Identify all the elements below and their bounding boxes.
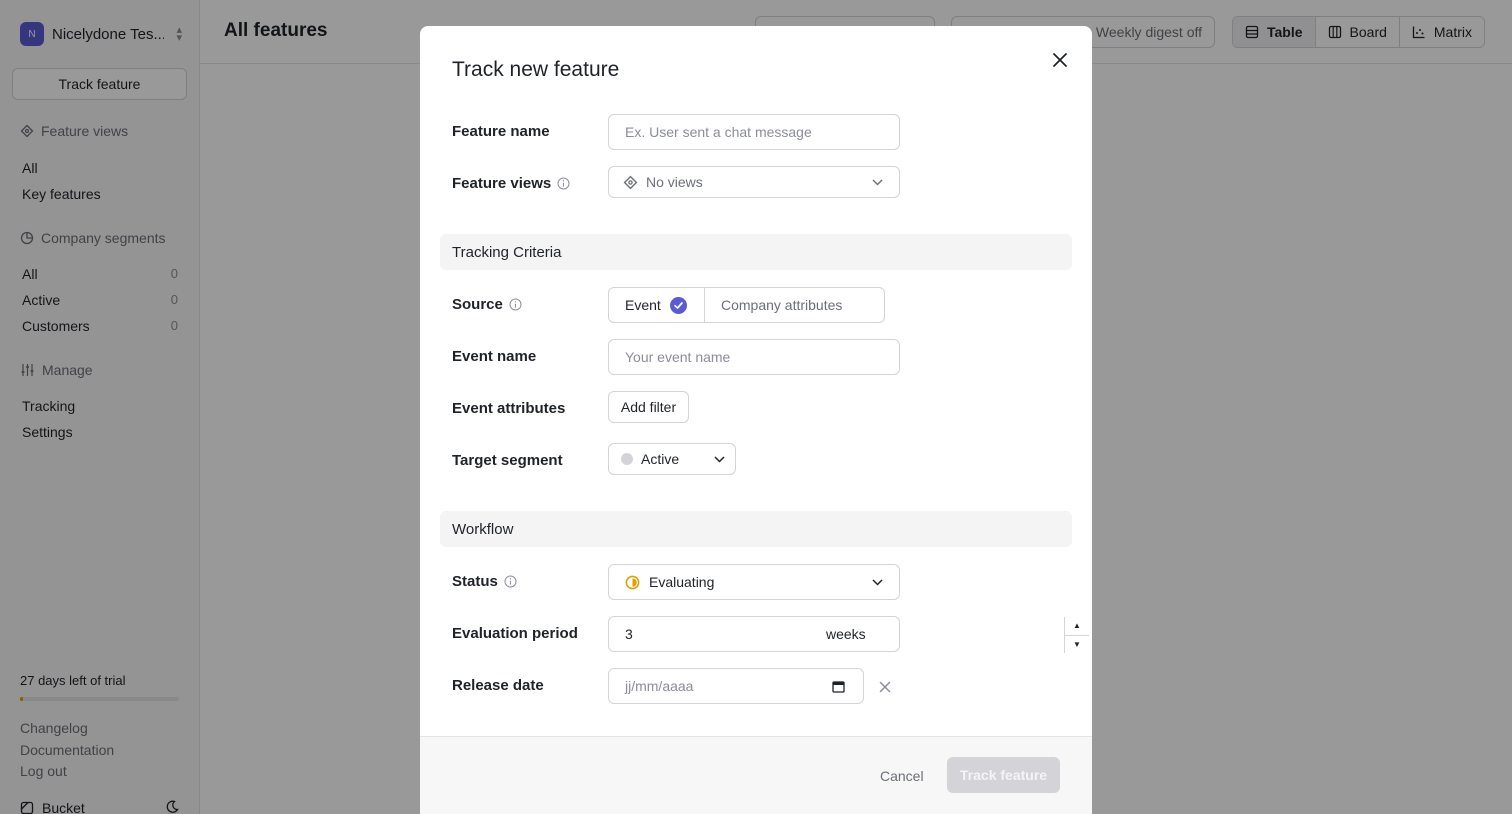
status-label: Status — [452, 573, 517, 590]
clear-date-button[interactable] — [879, 680, 893, 694]
release-date-input[interactable]: jj/mm/aaaa — [608, 668, 864, 704]
add-filter-button[interactable]: Add filter — [608, 391, 689, 423]
evaluation-unit: weeks — [826, 626, 866, 642]
modal-footer: Cancel Track feature — [420, 736, 1092, 814]
target-segment-label: Target segment — [452, 452, 563, 469]
cancel-button[interactable]: Cancel — [880, 768, 924, 784]
increment-button[interactable]: ▲ — [1065, 617, 1089, 636]
info-icon — [509, 298, 522, 311]
event-attributes-label: Event attributes — [452, 400, 566, 417]
info-icon — [557, 177, 570, 190]
evaluation-period-input[interactable]: 3 weeks ▲ ▼ — [608, 616, 1089, 653]
evaluation-stepper: ▲ ▼ — [1064, 617, 1089, 653]
check-circle-icon — [669, 296, 687, 314]
close-button[interactable] — [1048, 48, 1072, 72]
segment-dot-icon — [621, 453, 633, 465]
half-circle-status-icon — [625, 575, 640, 589]
source-option-event[interactable]: Event — [609, 288, 705, 322]
chevron-down-icon — [714, 455, 725, 463]
event-name-input[interactable]: Your event name — [608, 339, 900, 375]
close-icon — [879, 681, 891, 693]
source-option-company-attributes[interactable]: Company attributes — [705, 288, 884, 322]
diamond-eye-icon — [623, 175, 638, 189]
feature-views-select[interactable]: No views — [608, 166, 900, 198]
modal-title: Track new feature — [452, 58, 620, 81]
chevron-down-icon — [872, 179, 883, 185]
decrement-button[interactable]: ▼ — [1065, 636, 1089, 654]
feature-views-label: Feature views — [452, 175, 570, 192]
target-segment-select[interactable]: Active — [608, 443, 736, 475]
tracking-criteria-section: Tracking Criteria — [440, 234, 1072, 270]
status-select[interactable]: Evaluating — [608, 564, 900, 600]
event-name-label: Event name — [452, 348, 537, 365]
info-icon — [504, 575, 517, 588]
calendar-icon[interactable] — [832, 680, 845, 693]
track-feature-modal: Track new feature Feature name Ex. User … — [420, 26, 1092, 814]
release-date-label: Release date — [452, 677, 544, 694]
evaluation-period-label: Evaluation period — [452, 625, 578, 642]
chevron-down-icon — [872, 578, 883, 586]
track-feature-submit-button[interactable]: Track feature — [947, 757, 1060, 793]
workflow-section: Workflow — [440, 511, 1072, 547]
source-toggle: Event Company attributes — [608, 287, 885, 323]
feature-name-input[interactable]: Ex. User sent a chat message — [608, 114, 900, 150]
source-label: Source — [452, 296, 522, 313]
close-icon — [1053, 53, 1067, 67]
feature-name-label: Feature name — [452, 123, 550, 140]
